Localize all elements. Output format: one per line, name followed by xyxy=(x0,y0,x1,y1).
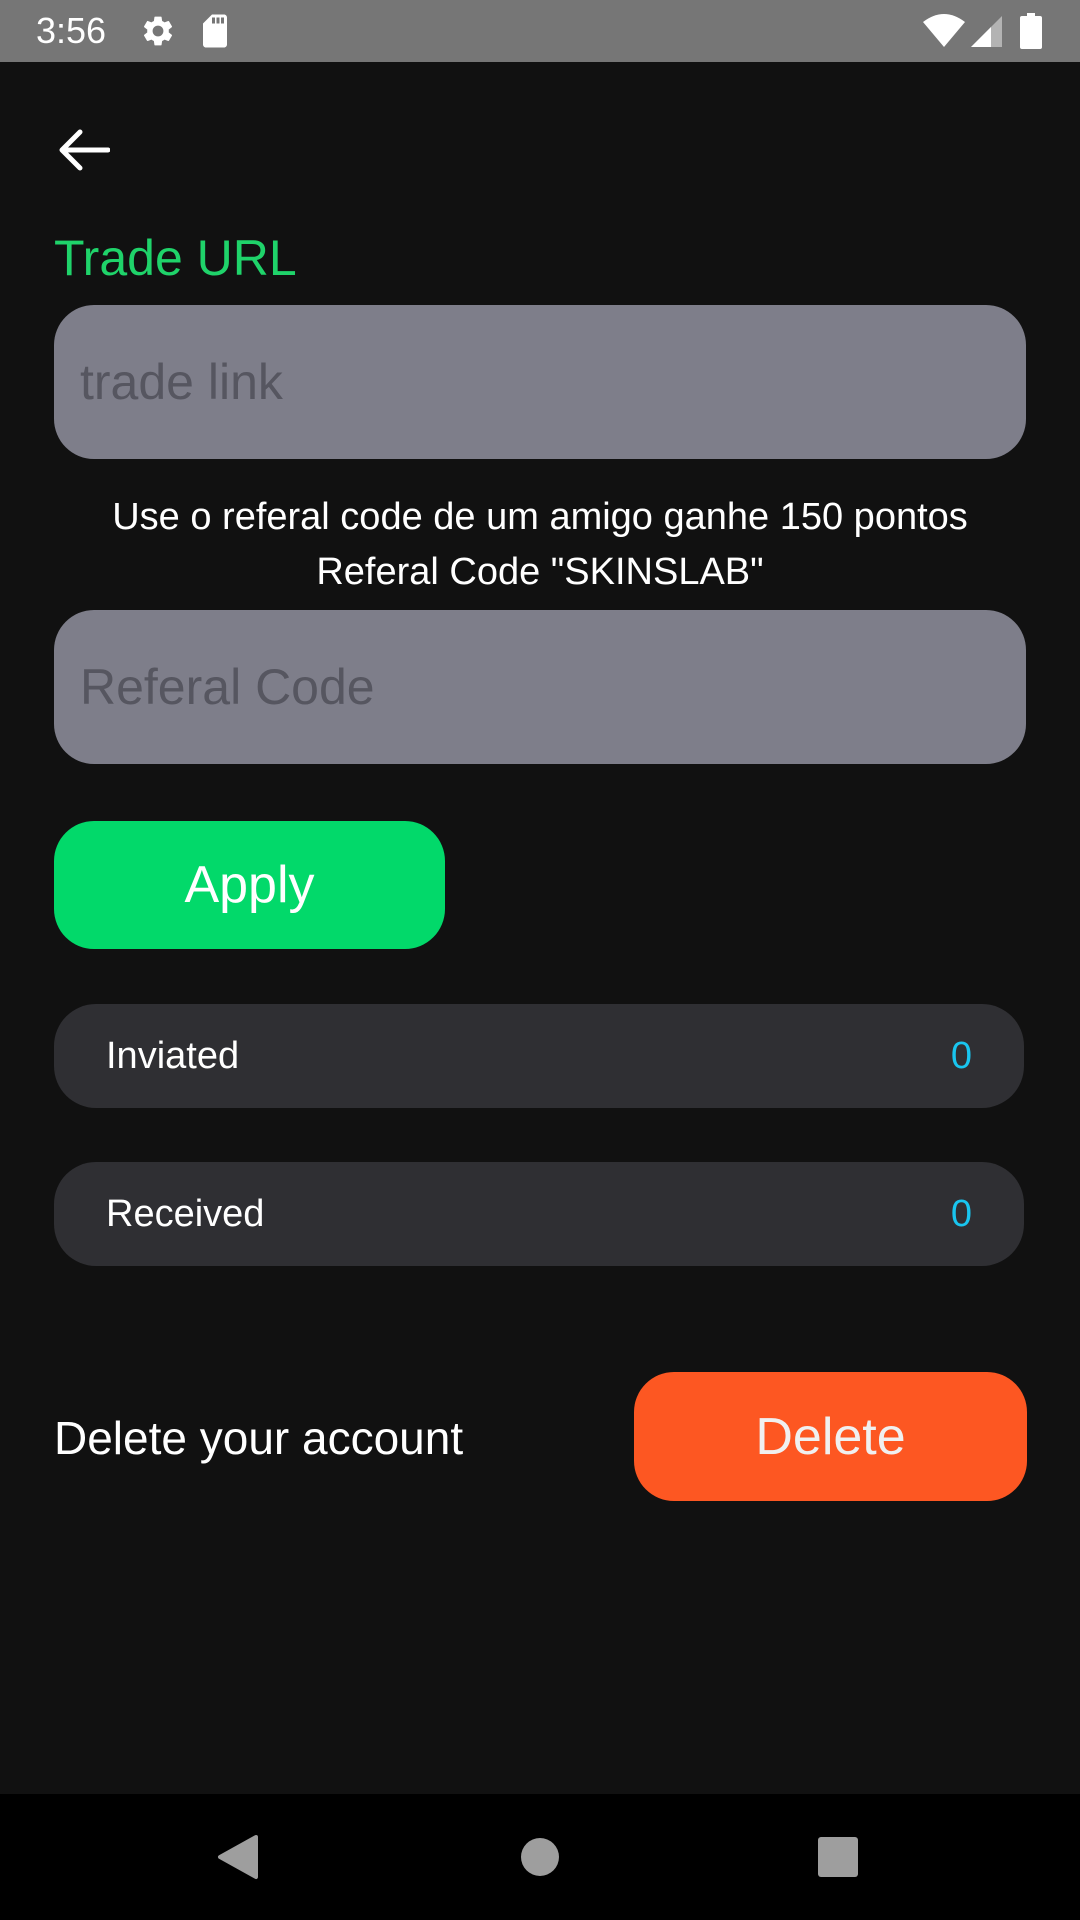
sd-card-icon xyxy=(198,0,232,62)
stat-row-received: Received 0 xyxy=(54,1162,1024,1266)
battery-icon xyxy=(1016,0,1046,62)
arrow-left-icon xyxy=(58,128,110,172)
trade-url-title: Trade URL xyxy=(54,230,297,286)
cellular-signal-icon xyxy=(968,0,1004,62)
stat-row-invited: Inviated 0 xyxy=(54,1004,1024,1108)
system-nav-bar xyxy=(0,1794,1080,1920)
nav-back-button[interactable] xyxy=(175,1794,301,1920)
trade-link-input[interactable] xyxy=(54,305,1026,459)
wifi-icon xyxy=(922,0,966,62)
stat-label: Received xyxy=(106,1192,265,1235)
referral-code-input[interactable] xyxy=(54,610,1026,764)
referral-info: Use o referal code de um amigo ganhe 150… xyxy=(0,490,1080,600)
status-time: 3:56 xyxy=(36,10,107,51)
back-button[interactable] xyxy=(52,118,116,182)
home-circle-icon xyxy=(520,1837,560,1877)
status-bar: 3:56 xyxy=(0,0,1080,62)
delete-account-text: Delete your account xyxy=(54,1412,464,1464)
apply-button[interactable]: Apply xyxy=(54,821,445,949)
app-screen: 3:56 Trade URL trade link Use o referal … xyxy=(0,0,1080,1920)
nav-home-button[interactable] xyxy=(477,1794,603,1920)
nav-recents-button[interactable] xyxy=(775,1794,901,1920)
stat-label: Inviated xyxy=(106,1034,240,1077)
gear-icon xyxy=(138,0,178,62)
back-triangle-icon xyxy=(216,1833,260,1881)
recents-square-icon xyxy=(818,1837,858,1877)
referral-info-line2: Referal Code "SKINSLAB" xyxy=(316,551,764,593)
stat-value: 0 xyxy=(950,1034,972,1077)
referral-info-line1: Use o referal code de um amigo ganhe 150… xyxy=(112,496,968,538)
delete-button[interactable]: Delete xyxy=(634,1372,1027,1501)
stat-value: 0 xyxy=(950,1192,972,1235)
